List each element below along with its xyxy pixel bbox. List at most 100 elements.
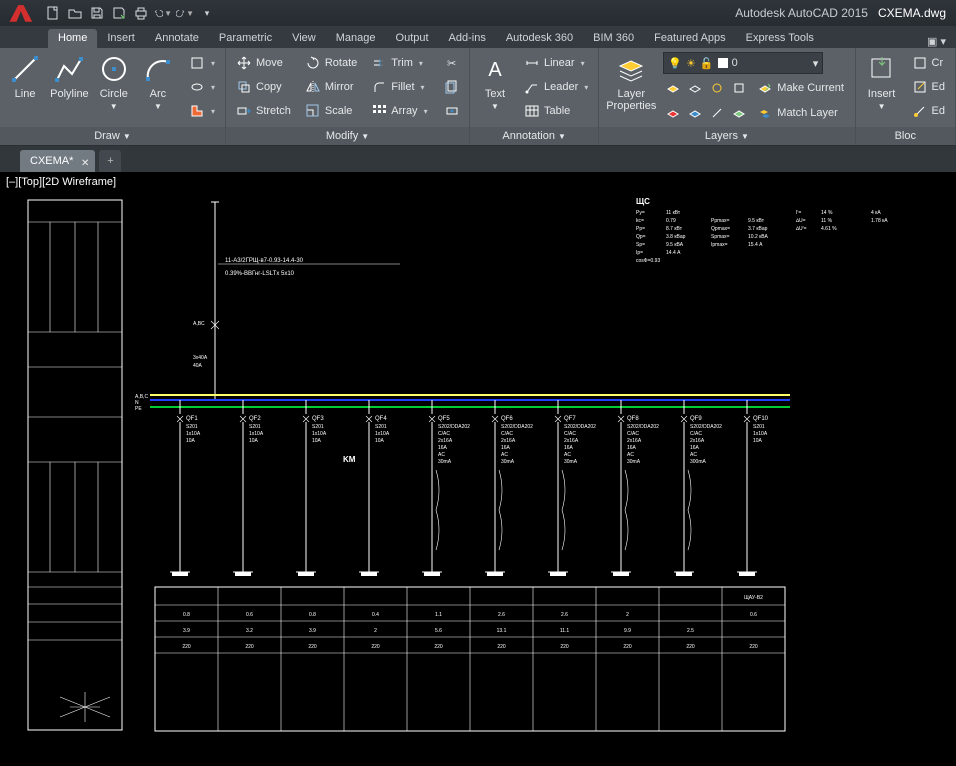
modify-misc-2[interactable] [440, 76, 464, 98]
svg-text:10A: 10A [249, 438, 259, 444]
qat-undo-icon[interactable]: ▼ [154, 4, 172, 22]
tab-manage[interactable]: Manage [326, 29, 386, 48]
tab-home[interactable]: Home [48, 29, 97, 48]
draw-misc-3[interactable]: ▾ [185, 100, 219, 122]
tab-addins[interactable]: Add-ins [439, 29, 496, 48]
layer-tool-2[interactable] [685, 77, 705, 99]
panel-block-title[interactable]: Bloc [856, 127, 955, 145]
layer-combo[interactable]: 💡 ☀ 🔓 0 ▾ [663, 52, 823, 74]
svg-text:AC: AC [438, 452, 445, 458]
svg-text:10A: 10A [753, 438, 763, 444]
viewport[interactable]: [–][Top][2D Wireframe] 11 [0, 172, 956, 766]
layer-tool-3[interactable] [707, 77, 727, 99]
document-tab[interactable]: CXEMA* ✕ [20, 150, 95, 172]
svg-text:220: 220 [245, 644, 254, 650]
move-button[interactable]: Move [232, 52, 295, 74]
layer-tool-4[interactable] [729, 77, 749, 99]
app-menu-button[interactable] [0, 0, 40, 26]
qat-save-icon[interactable] [88, 4, 106, 22]
svg-text:QF4: QF4 [375, 416, 387, 422]
svg-text:Spmax=: Spmax= [711, 234, 730, 240]
block-create-button[interactable]: Cr [908, 52, 949, 74]
fillet-button[interactable]: Fillet▾ [367, 76, 431, 98]
arc-button[interactable]: Arc▼ [139, 52, 177, 113]
svg-text:30mA: 30mA [501, 459, 515, 465]
tab-featured[interactable]: Featured Apps [644, 29, 736, 48]
tab-bim360[interactable]: BIM 360 [583, 29, 644, 48]
quick-access-toolbar: ▼ ▼ ▾ [40, 4, 220, 22]
tab-view[interactable]: View [282, 29, 326, 48]
line-button[interactable]: Line [6, 52, 44, 100]
copy-button[interactable]: Copy [232, 76, 295, 98]
layer-tool-6[interactable] [685, 102, 705, 124]
qat-redo-icon[interactable]: ▼ [176, 4, 194, 22]
modify-misc-1[interactable]: ✂ [440, 52, 464, 74]
block-edit-button[interactable]: Ed [908, 76, 949, 98]
table-button[interactable]: Table [520, 100, 592, 122]
svg-text:QF9: QF9 [690, 416, 702, 422]
svg-text:Qpmax=: Qpmax= [711, 226, 730, 232]
qat-saveas-icon[interactable] [110, 4, 128, 22]
qat-plot-icon[interactable] [132, 4, 150, 22]
array-button[interactable]: Array▾ [367, 100, 431, 122]
qat-customize-icon[interactable]: ▾ [198, 4, 216, 22]
layer-color-swatch [718, 58, 728, 68]
block-editattr-button[interactable]: Ed [908, 100, 949, 122]
panel-draw-title[interactable]: Draw▼ [0, 127, 225, 145]
stretch-button[interactable]: Stretch [232, 100, 295, 122]
layer-tool-1[interactable] [663, 77, 683, 99]
insert-button[interactable]: Insert▼ [862, 52, 902, 113]
linear-button[interactable]: Linear▾ [520, 52, 592, 74]
match-layer-button[interactable]: Match Layer [753, 102, 842, 124]
tab-annotate[interactable]: Annotate [145, 29, 209, 48]
qat-new-icon[interactable] [44, 4, 62, 22]
svg-text:QF6: QF6 [501, 416, 513, 422]
svg-text:1x10A: 1x10A [753, 431, 768, 437]
add-tab-button[interactable]: + [99, 150, 121, 172]
ribbon-help-icon[interactable]: ▣ ▾ [917, 35, 956, 48]
tab-insert[interactable]: Insert [97, 29, 145, 48]
polyline-button[interactable]: Polyline [50, 52, 89, 100]
svg-text:0.6: 0.6 [246, 612, 253, 618]
panel-annotation: A Text▼ Linear▾ Leader▾ Table Annotation… [470, 48, 599, 145]
layer-properties-button[interactable]: Layer Properties [605, 52, 657, 112]
leader-button[interactable]: Leader▾ [520, 76, 592, 98]
text-label: Text [485, 88, 505, 100]
svg-text:S201: S201 [249, 424, 261, 430]
svg-text:cosФ=0.93: cosФ=0.93 [636, 258, 660, 264]
svg-text:0.8: 0.8 [309, 612, 316, 618]
rotate-button[interactable]: Rotate [301, 52, 361, 74]
svg-text:Iʹ=: Iʹ= [796, 209, 801, 216]
tab-a360[interactable]: Autodesk 360 [496, 29, 583, 48]
svg-text:C/AC: C/AC [501, 431, 513, 437]
panel-annotation-title[interactable]: Annotation▼ [470, 127, 598, 145]
layer-tool-7[interactable] [707, 102, 727, 124]
mirror-button[interactable]: Mirror [301, 76, 361, 98]
svg-text:11.1: 11.1 [560, 628, 570, 634]
svg-text:30mA: 30mA [564, 459, 578, 465]
scale-button[interactable]: Scale [301, 100, 361, 122]
make-current-button[interactable]: Make Current [753, 77, 848, 99]
drawing-canvas[interactable]: 11-A3/2ГРЩ-в7-0.93-14.4-30 0.39%-ВВГнг-L… [0, 172, 956, 766]
panel-modify-title[interactable]: Modify▼ [226, 127, 469, 145]
svg-text:16A: 16A [627, 445, 637, 451]
svg-text:Iр=: Iр= [636, 250, 643, 256]
trim-button[interactable]: Trim▾ [367, 52, 431, 74]
draw-misc-2[interactable]: ▾ [185, 76, 219, 98]
svg-text:14 %: 14 % [821, 210, 833, 216]
svg-text:220: 220 [560, 644, 569, 650]
modify-misc-3[interactable] [440, 100, 464, 122]
text-button[interactable]: A Text▼ [476, 52, 514, 113]
qat-open-icon[interactable] [66, 4, 84, 22]
layer-tool-5[interactable] [663, 102, 683, 124]
svg-text:2.5: 2.5 [687, 628, 694, 634]
panel-layers-title[interactable]: Layers▼ [599, 127, 854, 145]
ribbon-tabs: Home Insert Annotate Parametric View Man… [0, 26, 956, 48]
circle-button[interactable]: Circle▼ [95, 52, 133, 113]
layer-tool-8[interactable] [729, 102, 749, 124]
draw-misc-1[interactable]: ▾ [185, 52, 219, 74]
tab-output[interactable]: Output [386, 29, 439, 48]
tab-parametric[interactable]: Parametric [209, 29, 282, 48]
tab-express[interactable]: Express Tools [736, 29, 824, 48]
svg-text:4.61 %: 4.61 % [821, 226, 837, 232]
